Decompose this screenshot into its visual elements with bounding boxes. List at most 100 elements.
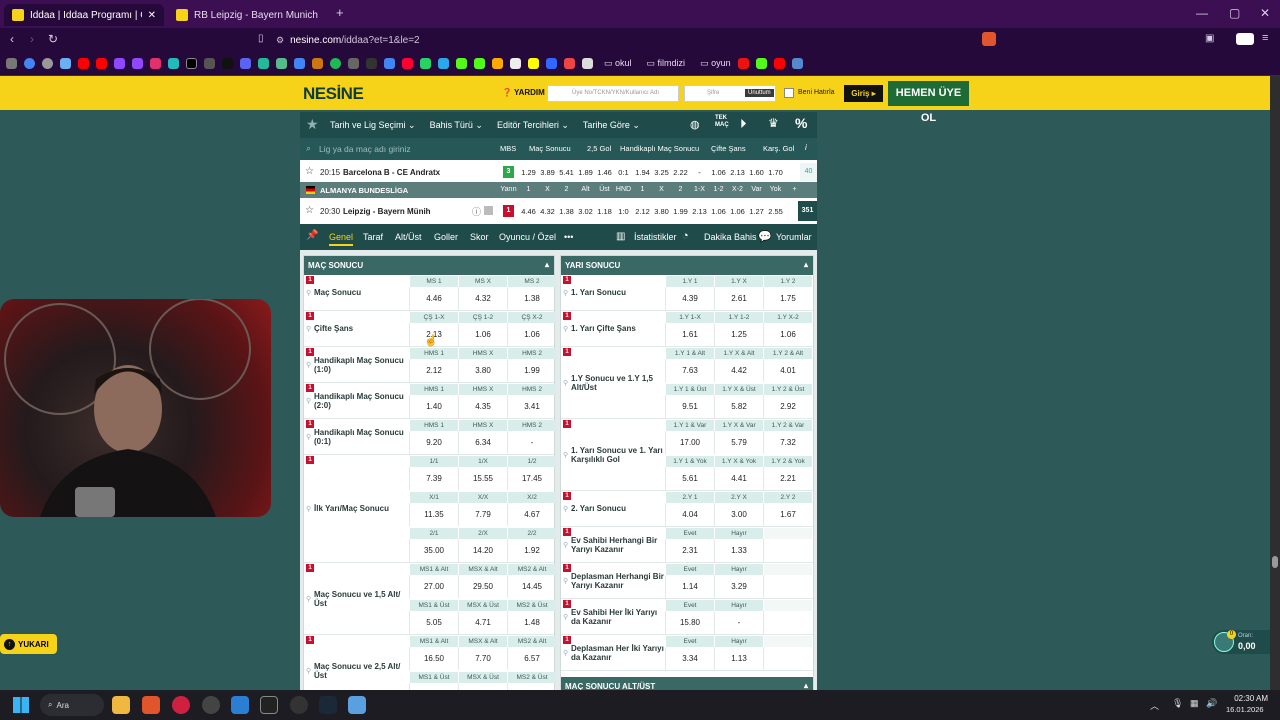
- dakika-bahis-link[interactable]: Dakika Bahis: [704, 232, 757, 242]
- odd-value[interactable]: 1.06: [458, 323, 507, 346]
- tiktok-icon[interactable]: [222, 58, 233, 69]
- match-name[interactable]: Leipzig - Bayern Münih: [343, 207, 431, 216]
- odd-value[interactable]: 1.06: [728, 207, 747, 216]
- bookmark-icon[interactable]: [276, 58, 287, 69]
- whatsapp-icon[interactable]: [420, 58, 431, 69]
- odd-value[interactable]: 15.55: [458, 467, 507, 490]
- odd-value[interactable]: 1.67: [763, 503, 812, 526]
- odd-value[interactable]: 2.13: [728, 168, 747, 177]
- odd-value[interactable]: 4.46: [519, 207, 538, 216]
- notepad-icon[interactable]: [348, 696, 366, 714]
- app-icon[interactable]: [231, 696, 249, 714]
- pin-icon[interactable]: ⚲: [563, 505, 568, 513]
- pin-icon[interactable]: ⚲: [306, 505, 311, 513]
- bookmark-icon[interactable]: [402, 58, 413, 69]
- odd-value[interactable]: 1:0: [614, 207, 633, 216]
- menu-icon[interactable]: ≡: [1262, 32, 1268, 44]
- filter-editor[interactable]: Editör Tercihleri ⌄: [497, 120, 569, 131]
- pin-icon[interactable]: ⚲: [563, 325, 568, 333]
- odd-value[interactable]: 4.01: [763, 359, 812, 382]
- bookmark-icon[interactable]: [294, 58, 305, 69]
- odd-value[interactable]: 1.61: [665, 323, 714, 346]
- collapse-icon[interactable]: ▴: [545, 260, 549, 269]
- odd-value[interactable]: 16.50: [409, 647, 458, 670]
- panel-header[interactable]: MAÇ SONUCU ▴: [304, 256, 554, 275]
- odd-value[interactable]: 15.80: [665, 611, 714, 634]
- bookmark-icon[interactable]: [204, 58, 215, 69]
- obs-icon[interactable]: [290, 696, 308, 714]
- pin-icon[interactable]: ⚲: [306, 595, 311, 603]
- bookmark-icon[interactable]: [791, 58, 803, 69]
- odd-value[interactable]: 3.02: [576, 207, 595, 216]
- filter-date-league[interactable]: Tarih ve Lig Seçimi ⌄: [330, 120, 416, 131]
- bookmark-folder-okul[interactable]: ▭ okul: [604, 58, 632, 69]
- odd-value[interactable]: 1.99: [507, 359, 556, 382]
- play-icon[interactable]: ⏵: [740, 116, 747, 132]
- pin-icon[interactable]: ⚲: [306, 289, 311, 297]
- odd-value[interactable]: 3.41: [507, 395, 556, 418]
- odd-value[interactable]: 1.27: [747, 207, 766, 216]
- odd-value[interactable]: 1.33: [714, 539, 763, 562]
- odd-value[interactable]: 7.39: [409, 467, 458, 490]
- odd-value[interactable]: 5.05: [409, 611, 458, 634]
- pin-icon[interactable]: ⚲: [563, 649, 568, 657]
- bookmark-icon[interactable]: [528, 58, 539, 69]
- instagram-icon[interactable]: [150, 58, 161, 69]
- odd-value[interactable]: 6.57: [507, 647, 556, 670]
- odd-value[interactable]: 1.14: [665, 575, 714, 598]
- odd-value[interactable]: 6.34: [458, 431, 507, 454]
- register-button[interactable]: HEMEN ÜYE OL: [888, 81, 969, 124]
- pin-icon[interactable]: ⚲: [563, 379, 568, 387]
- x-icon[interactable]: [186, 58, 197, 69]
- odd-value[interactable]: 1.60: [747, 168, 766, 177]
- odd-value[interactable]: 1.06: [507, 323, 556, 346]
- odd-value[interactable]: 5.82: [714, 395, 763, 418]
- odd-value[interactable]: 2.12: [633, 207, 652, 216]
- odd-value[interactable]: 1.40: [409, 395, 458, 418]
- tray-chevron-icon[interactable]: ︿: [1150, 699, 1159, 712]
- tab-taraf[interactable]: Taraf: [363, 232, 383, 242]
- percent-icon[interactable]: %: [795, 115, 807, 131]
- bookmark-folder-oyun[interactable]: ▭ oyun: [700, 58, 731, 69]
- bookmark-folder-filmdizi[interactable]: ▭ filmdizi: [647, 58, 686, 69]
- bookmark-icon[interactable]: [168, 58, 179, 69]
- odd-value[interactable]: 5.61: [665, 467, 714, 490]
- odd-value[interactable]: 1.94: [633, 168, 652, 177]
- odd-value[interactable]: 17.45: [507, 467, 556, 490]
- odd-value[interactable]: 1.99: [671, 207, 690, 216]
- odd-value[interactable]: 3.29: [714, 575, 763, 598]
- odd-value[interactable]: 2.55: [766, 207, 785, 216]
- odd-value[interactable]: 29.50: [458, 575, 507, 598]
- bookmark-icon[interactable]: ▯: [258, 33, 264, 44]
- odd-value[interactable]: 5.41: [557, 168, 576, 177]
- stats-icon[interactable]: ⓘ: [472, 205, 481, 218]
- url-field[interactable]: ⚙ nesine.com/iddaa?et=1&le=2: [276, 31, 976, 49]
- bookmark-icon[interactable]: [348, 58, 359, 69]
- odd-value[interactable]: 4.71: [458, 611, 507, 634]
- google-icon[interactable]: [24, 58, 35, 69]
- odd-value[interactable]: 7.70: [458, 647, 507, 670]
- panel-header[interactable]: MAÇ SONUCU ALT/ÜST ▴: [561, 677, 813, 690]
- tek-mac-icon[interactable]: TEK MAÇ: [715, 115, 729, 129]
- tab-leipzig-bayern[interactable]: RB Leipzig - Bayern Munich | İddaa M...: [168, 4, 328, 26]
- close-window-button[interactable]: ✕: [1260, 6, 1270, 20]
- match-row[interactable]: ☆ 20:15 Barcelona B - CE Andratx 3 1.29 3…: [300, 162, 817, 182]
- odd-value[interactable]: 3.89: [538, 168, 557, 177]
- pin-icon[interactable]: ⚲: [306, 361, 311, 369]
- odd-value[interactable]: -: [507, 431, 556, 454]
- bookmark-icon[interactable]: [564, 58, 575, 69]
- odd-value[interactable]: 3.80: [652, 207, 671, 216]
- filter-sort-date[interactable]: Tarihe Göre ⌄: [583, 120, 640, 131]
- collapse-icon[interactable]: ▴: [804, 681, 808, 690]
- odd-value[interactable]: 4.67: [507, 503, 556, 526]
- odd-value[interactable]: 7.63: [665, 359, 714, 382]
- site-info-icon[interactable]: ⚙: [276, 35, 284, 46]
- odd-value[interactable]: 14.45: [507, 575, 556, 598]
- odd-value[interactable]: 1.46: [595, 168, 614, 177]
- odd-value[interactable]: 2.21: [763, 467, 812, 490]
- odd-value[interactable]: 1.89: [576, 168, 595, 177]
- pin-icon[interactable]: 📌: [306, 230, 318, 241]
- brave-shield-icon[interactable]: [982, 32, 996, 46]
- volume-icon[interactable]: 🔊: [1206, 698, 1217, 709]
- odd-value[interactable]: 3.00: [714, 503, 763, 526]
